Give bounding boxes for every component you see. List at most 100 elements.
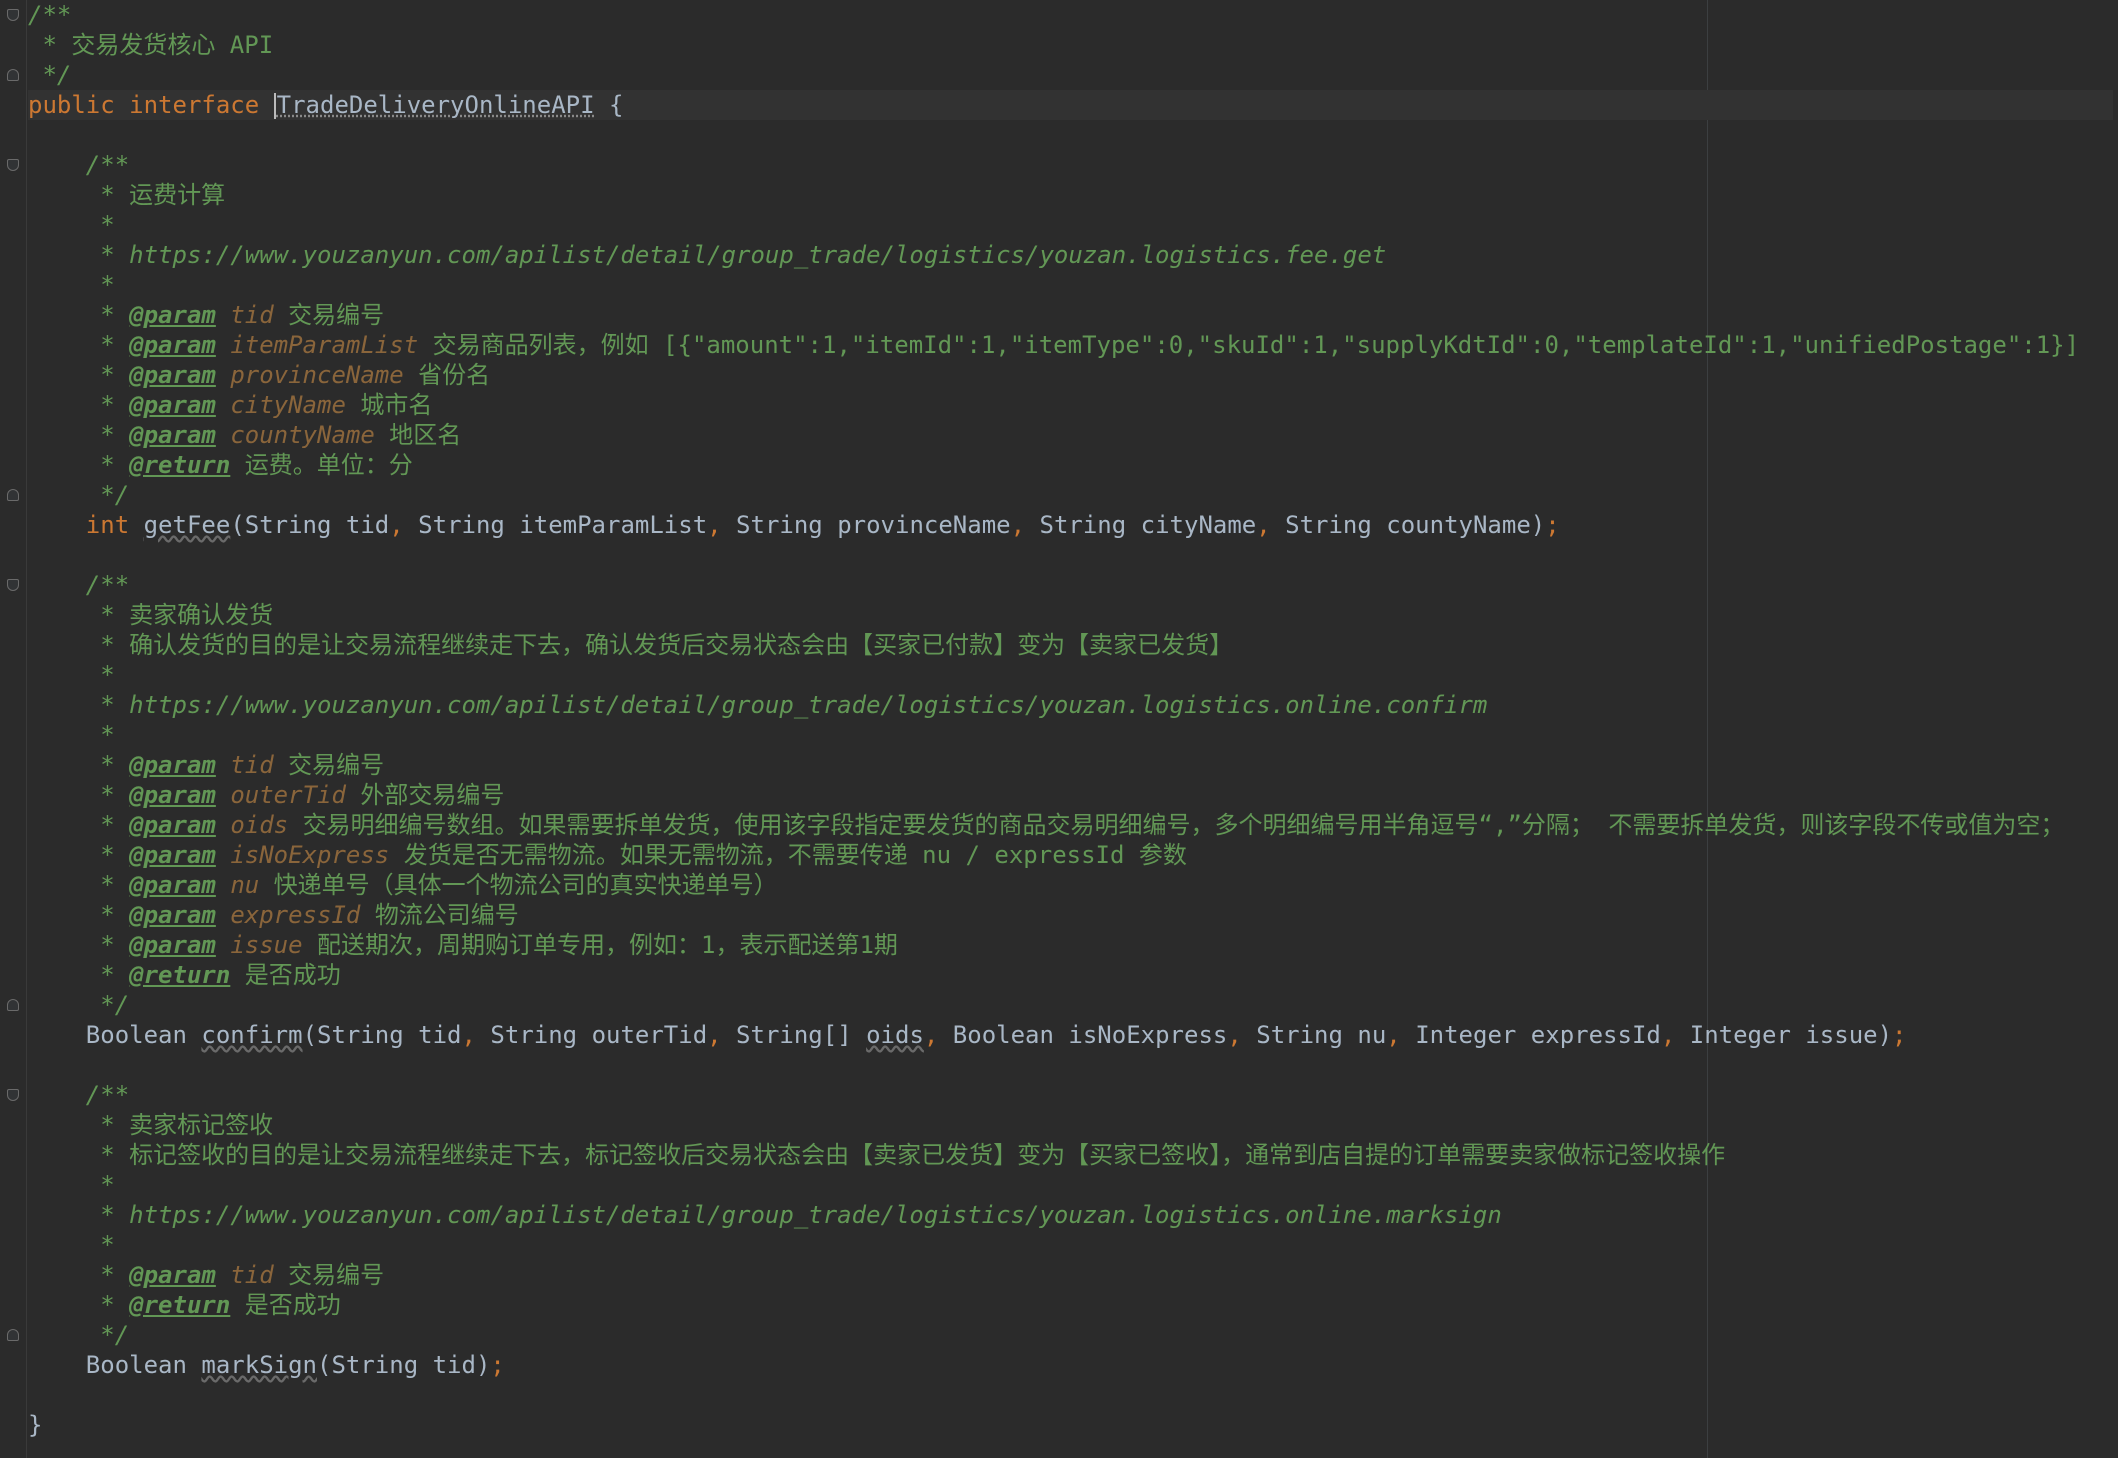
fold-toggle-icon[interactable]: [7, 9, 19, 21]
method-signature: int getFee(String tid, String itemParamL…: [28, 510, 2113, 540]
param-description: 物流公司编号: [374, 901, 519, 929]
param-description: 快递单号（具体一个物流公司的真实快递单号）: [273, 871, 778, 899]
param-name[interactable]: nu: [230, 871, 259, 899]
param-doc-line: * @param provinceName 省份名: [28, 361, 491, 389]
method-doc-line: *: [28, 211, 115, 239]
method-doc-url-line: * https://www.youzanyun.com/apilist/deta…: [28, 691, 1488, 719]
method-doc-line: *: [28, 721, 115, 749]
param-tag: @param: [129, 1261, 216, 1289]
param-tag: @param: [129, 361, 216, 389]
method-arguments: (String tid): [317, 1351, 491, 1379]
param-doc-line: * @param countyName 地区名: [28, 421, 462, 449]
param-tag: @param: [129, 841, 216, 869]
method-arguments: (String tid, String outerTid, String[] o…: [302, 1021, 1893, 1049]
method-doc-close: */: [28, 991, 130, 1019]
param-tag: @param: [129, 751, 216, 779]
return-type: int: [85, 511, 130, 539]
method-signature: Boolean confirm(String tid, String outer…: [28, 1020, 2113, 1050]
param-description: 地区名: [389, 421, 462, 449]
param-description: 省份名: [418, 361, 491, 389]
doc-comment-line: * 交易发货核心 API: [28, 31, 274, 59]
method-doc-line: *: [28, 1171, 115, 1199]
param-name[interactable]: provinceName: [230, 361, 403, 389]
param-name[interactable]: oids: [230, 811, 288, 839]
method-doc-open: /**: [28, 1081, 130, 1109]
param-doc-line: * @param itemParamList 交易商品列表，例如 [{"amou…: [28, 331, 2080, 359]
method-doc-line: * 卖家确认发货: [28, 601, 274, 629]
return-tag: @return: [129, 961, 231, 989]
method-name[interactable]: confirm: [201, 1021, 302, 1049]
method-name[interactable]: markSign: [201, 1351, 317, 1379]
method-detail: 标记签收的目的是让交易流程继续走下去，标记签收后交易状态会由【卖家已发货】变为【…: [129, 1141, 1726, 1169]
param-description: 交易商品列表，例如 [{"amount":1,"itemId":1,"itemT…: [432, 331, 2080, 359]
fold-toggle-icon[interactable]: [7, 69, 19, 81]
param-description: 交易明细编号数组。如果需要拆单发货，使用该字段指定要发货的商品交易明细编号，多个…: [302, 811, 2065, 839]
return-doc-line: * @return 是否成功: [28, 961, 341, 989]
return-description: 是否成功: [244, 961, 341, 989]
param-tag: @param: [129, 301, 216, 329]
method-doc-url-line: * https://www.youzanyun.com/apilist/deta…: [28, 1201, 1502, 1229]
method-doc-line: * 确认发货的目的是让交易流程继续走下去，确认发货后交易状态会由【买家已付款】变…: [28, 631, 1234, 659]
open-brace: {: [609, 91, 624, 119]
fold-toggle-icon[interactable]: [7, 489, 19, 501]
method-arguments: (String tid, String itemParamList, Strin…: [230, 511, 1546, 539]
param-name[interactable]: isNoExpress: [230, 841, 389, 869]
method-name[interactable]: getFee: [144, 511, 231, 539]
method-detail: 确认发货的目的是让交易流程继续走下去，确认发货后交易状态会由【买家已付款】变为【…: [129, 631, 1234, 659]
param-doc-line: * @param oids 交易明细编号数组。如果需要拆单发货，使用该字段指定要…: [28, 811, 2065, 839]
doc-comment-close: */: [28, 61, 72, 89]
param-name[interactable]: itemParamList: [230, 331, 418, 359]
editor-gutter[interactable]: [0, 0, 27, 1458]
param-name[interactable]: outerTid: [230, 781, 346, 809]
fold-toggle-icon[interactable]: [7, 999, 19, 1011]
param-name[interactable]: countyName: [230, 421, 375, 449]
method-summary: 运费计算: [129, 181, 226, 209]
api-doc-link[interactable]: https://www.youzanyun.com/apilist/detail…: [129, 691, 1487, 719]
param-description: 交易编号: [288, 751, 385, 779]
param-doc-line: * @param nu 快递单号（具体一个物流公司的真实快递单号）: [28, 871, 778, 899]
return-type: Boolean: [85, 1351, 187, 1379]
fold-toggle-icon[interactable]: [7, 159, 19, 171]
param-name[interactable]: tid: [230, 751, 273, 779]
param-doc-line: * @param outerTid 外部交易编号: [28, 781, 505, 809]
param-description: 交易编号: [288, 1261, 385, 1289]
param-name[interactable]: issue: [230, 931, 302, 959]
param-tag: @param: [129, 871, 216, 899]
param-doc-line: * @param issue 配送期次，周期购订单专用，例如：1，表示配送第1期: [28, 931, 898, 959]
public-keyword: public: [28, 91, 115, 119]
api-doc-link[interactable]: https://www.youzanyun.com/apilist/detail…: [129, 1201, 1502, 1229]
param-name[interactable]: cityName: [230, 391, 346, 419]
param-description: 发货是否无需物流。如果无需物流，不需要传递 nu / expressId 参数: [403, 841, 1187, 869]
method-doc-open: /**: [28, 571, 130, 599]
param-tag: @param: [129, 391, 216, 419]
return-doc-line: * @return 运费。单位：分: [28, 451, 413, 479]
api-doc-link[interactable]: https://www.youzanyun.com/apilist/detail…: [129, 241, 1386, 269]
statement-terminator: ;: [490, 1351, 505, 1379]
method-doc-open: /**: [28, 151, 130, 179]
method-doc-line: * 运费计算: [28, 181, 226, 209]
fold-toggle-icon[interactable]: [7, 1089, 19, 1101]
fold-toggle-icon[interactable]: [7, 579, 19, 591]
param-description: 城市名: [360, 391, 433, 419]
param-doc-line: * @param expressId 物流公司编号: [28, 901, 519, 929]
text-caret: [273, 93, 276, 119]
param-name[interactable]: expressId: [230, 901, 360, 929]
fold-toggle-icon[interactable]: [7, 1329, 19, 1341]
return-description: 是否成功: [244, 1291, 341, 1319]
param-doc-line: * @param cityName 城市名: [28, 391, 433, 419]
method-doc-close: */: [28, 1321, 130, 1349]
code-editor[interactable]: /** * 交易发货核心 API */public interface Trad…: [28, 0, 2113, 1440]
close-brace: }: [28, 1411, 43, 1439]
method-doc-line: *: [28, 1231, 115, 1259]
doc-comment-open: /**: [28, 1, 72, 29]
param-name[interactable]: tid: [230, 301, 273, 329]
interface-name[interactable]: TradeDeliveryOnlineAPI: [277, 91, 595, 119]
return-type: Boolean: [85, 1021, 187, 1049]
param-doc-line: * @param isNoExpress 发货是否无需物流。如果无需物流，不需要…: [28, 841, 1187, 869]
method-doc-line: * 卖家标记签收: [28, 1111, 274, 1139]
param-name[interactable]: tid: [230, 1261, 273, 1289]
param-tag: @param: [129, 901, 216, 929]
